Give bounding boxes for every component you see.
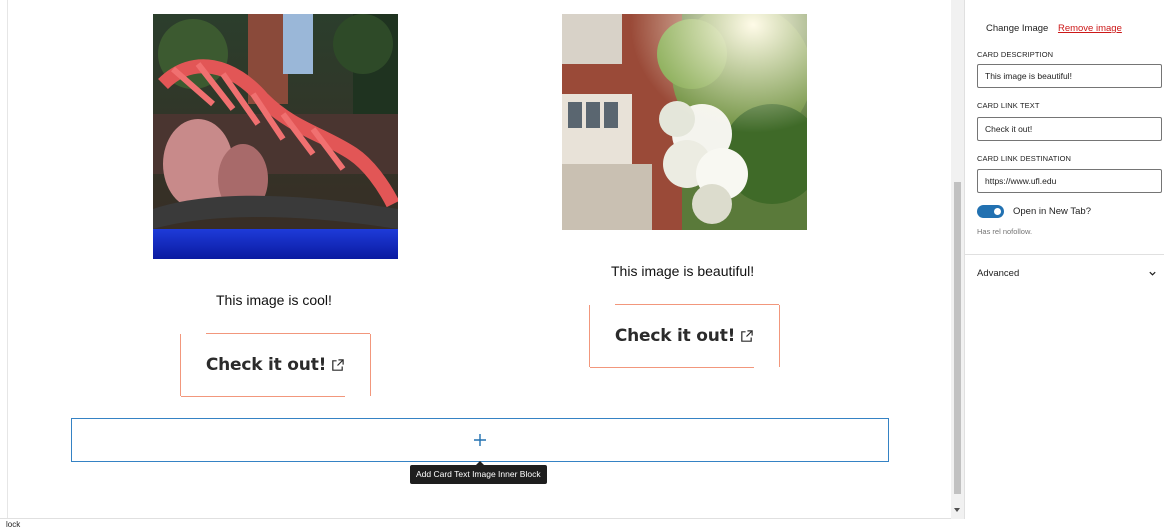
card-description-label: CARD DESCRIPTION [977, 50, 1054, 59]
scroll-down-arrow[interactable] [954, 508, 960, 512]
card-link-label: Check it out! [205, 355, 327, 375]
card-image-sculpture[interactable] [153, 14, 398, 259]
advanced-panel-toggle[interactable]: Advanced [965, 255, 1164, 291]
scrollbar-thumb[interactable] [954, 182, 961, 494]
card-link-destination-field[interactable] [977, 169, 1162, 193]
card-link-text-field[interactable] [977, 117, 1162, 141]
card-description: This image is cool! [216, 292, 332, 308]
remove-image-link[interactable]: Remove image [1058, 23, 1122, 34]
button-border-top [615, 304, 779, 305]
external-link-icon [741, 329, 753, 342]
rel-help-text: Has rel nofollow. [977, 227, 1033, 236]
change-image-link[interactable]: Change Image [986, 23, 1048, 34]
card-link-label: Check it out! [614, 326, 736, 346]
block-editor: This image is cool! Check it out! This i… [0, 0, 1164, 531]
editor-canvas: This image is cool! Check it out! This i… [0, 0, 964, 519]
button-border-bottom [181, 396, 345, 397]
card-link-button[interactable]: Check it out! [589, 304, 780, 368]
add-block-button[interactable] [71, 418, 889, 462]
button-border-top [206, 333, 370, 334]
open-in-new-tab-toggle[interactable] [977, 205, 1004, 218]
block-breadcrumb[interactable]: lock [6, 520, 20, 529]
card-description: This image is beautiful! [611, 263, 755, 279]
appender-tooltip: Add Card Text Image Inner Block [410, 461, 547, 484]
status-bar: lock [0, 519, 1164, 531]
card-link-destination-label: CARD LINK DESTINATION [977, 154, 1072, 163]
block-settings-sidebar: Change Image Remove image CARD DESCRIPTI… [964, 0, 1164, 519]
card-link-text-label: CARD LINK TEXT [977, 101, 1040, 110]
button-border-bottom [590, 367, 754, 368]
editor-scrollbar[interactable] [951, 0, 964, 519]
card-description-field[interactable] [977, 64, 1162, 88]
advanced-panel-label: Advanced [977, 268, 1020, 279]
plus-icon [474, 434, 486, 446]
image-actions: Change Image Remove image [986, 23, 1122, 34]
card-link-button[interactable]: Check it out! [180, 333, 371, 397]
chevron-down-icon [1149, 271, 1156, 276]
canvas-left-border [7, 0, 8, 519]
open-in-new-tab-label: Open in New Tab? [1013, 206, 1091, 217]
card-image-flowers[interactable] [562, 14, 807, 230]
toggle-knob [994, 208, 1001, 215]
external-link-icon [332, 358, 344, 371]
